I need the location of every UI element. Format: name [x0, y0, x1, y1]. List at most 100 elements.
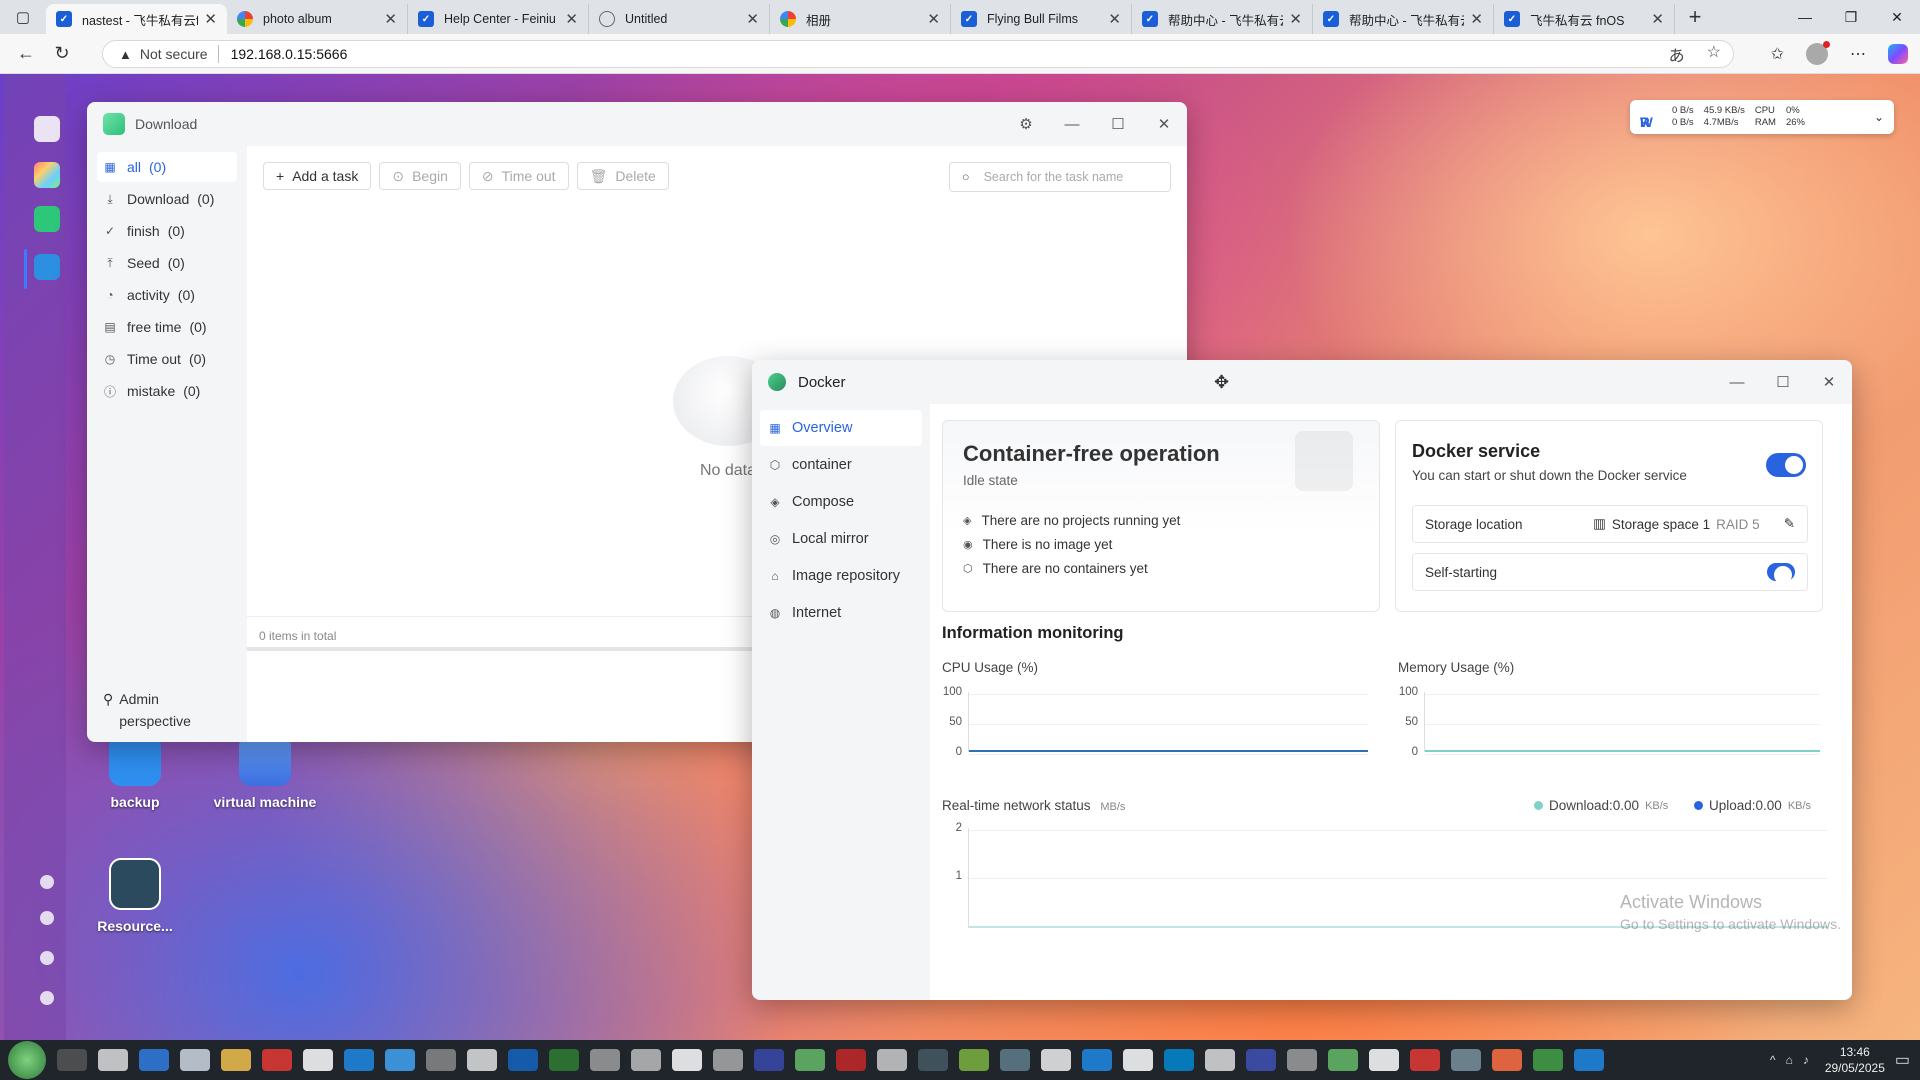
taskbar-app-icon[interactable] [139, 1049, 169, 1071]
close-tab-icon[interactable]: ✕ [1470, 10, 1483, 28]
close-tab-icon[interactable]: ✕ [384, 10, 397, 28]
taskbar-app-icon[interactable] [98, 1049, 128, 1071]
nav-item-internet[interactable]: ◍ Internet [760, 595, 922, 631]
taskbar-app-icon[interactable] [1041, 1049, 1071, 1071]
taskbar-app-icon[interactable] [303, 1049, 333, 1071]
sidebar-item-finish[interactable]: ✓ finish (0) [97, 216, 237, 246]
docker-titlebar[interactable]: Docker ✥ [752, 360, 1852, 404]
chevron-down-icon[interactable]: ⌄ [1874, 110, 1884, 124]
taskbar-app-icon[interactable] [1000, 1049, 1030, 1071]
close-tab-icon[interactable]: ✕ [746, 10, 759, 28]
tab-actions-icon[interactable]: ▢ [0, 0, 46, 34]
settings-gear-icon[interactable]: ⚙ [1003, 115, 1049, 133]
taskbar-app-icon[interactable] [1082, 1049, 1112, 1071]
copilot-icon[interactable] [1888, 44, 1908, 64]
volume-icon[interactable]: ♪ [1803, 1053, 1809, 1067]
self-starting-toggle[interactable] [1767, 563, 1795, 584]
taskbar-app-icon[interactable] [672, 1049, 702, 1071]
browser-tab[interactable]: ✓ 飞牛私有云 fnOS ✕ [1494, 4, 1675, 34]
browser-tab[interactable]: ✓ 帮助中心 - 飞牛私有云 ✕ [1313, 4, 1494, 34]
taskbar-app-icon[interactable] [549, 1049, 579, 1071]
taskbar-app-icon[interactable] [57, 1049, 87, 1071]
edit-pencil-icon[interactable]: ✎ [1784, 516, 1795, 532]
taskbar-app-icon[interactable] [1246, 1049, 1276, 1071]
help-icon[interactable] [40, 875, 54, 889]
taskbar-app-icon[interactable] [795, 1049, 825, 1071]
taskbar-app-icon[interactable] [1287, 1049, 1317, 1071]
taskbar-app-icon[interactable] [508, 1049, 538, 1071]
maximize-icon[interactable]: ☐ [1095, 115, 1141, 133]
minimize-icon[interactable]: — [1049, 116, 1095, 133]
app-center-icon[interactable] [34, 162, 60, 188]
sidebar-item-mistake[interactable]: ⓘ mistake (0) [97, 376, 237, 406]
nav-item-image-repository[interactable]: ⌂ Image repository [760, 558, 922, 594]
new-tab-button[interactable]: + [1675, 4, 1715, 30]
sidebar-item-activity[interactable]: ◔ activity (0) [97, 280, 237, 310]
task-search-input[interactable]: ○ Search for the task name [949, 162, 1171, 192]
taskbar-app-icon[interactable] [713, 1049, 743, 1071]
taskbar-app-icon[interactable] [262, 1049, 292, 1071]
close-tab-icon[interactable]: ✕ [1108, 10, 1121, 28]
taskbar-app-icon[interactable] [1451, 1049, 1481, 1071]
reload-icon[interactable]: ↻ [44, 43, 80, 64]
close-icon[interactable]: ✕ [1806, 373, 1852, 391]
user-icon[interactable] [40, 951, 54, 965]
back-arrow-icon[interactable]: ← [8, 43, 44, 64]
power-icon[interactable] [40, 991, 54, 1005]
delete-button[interactable]: 🗑 Delete [576, 162, 669, 190]
sidebar-item-download[interactable]: ⤓ Download (0) [97, 184, 237, 214]
sidebar-item-seed[interactable]: ⤒ Seed (0) [97, 248, 237, 278]
taskbar-app-icon[interactable] [344, 1049, 374, 1071]
start-button-icon[interactable] [8, 1041, 46, 1079]
browser-tab[interactable]: ✓ Flying Bull Films ✕ [951, 4, 1132, 34]
notification-bell-icon[interactable] [40, 911, 54, 925]
minimize-icon[interactable]: — [1714, 374, 1760, 391]
taskbar-app-icon[interactable] [1369, 1049, 1399, 1071]
maximize-icon[interactable]: ☐ [1760, 373, 1806, 391]
desktop-icon-backup[interactable]: backup [80, 734, 190, 810]
taskbar-app-icon[interactable] [959, 1049, 989, 1071]
taskbar-app-icon[interactable] [221, 1049, 251, 1071]
close-tab-icon[interactable]: ✕ [1651, 10, 1664, 28]
nav-item-container[interactable]: ⬡ container [760, 447, 922, 483]
favorites-icon[interactable]: ✩ [1771, 44, 1784, 64]
taskbar-app-icon[interactable] [631, 1049, 661, 1071]
url-input[interactable]: ▲ Not secure 192.168.0.15:5666 あ ☆ [102, 40, 1734, 68]
taskbar-app-icon[interactable] [918, 1049, 948, 1071]
taskbar-app-icon[interactable] [1492, 1049, 1522, 1071]
browser-tab[interactable]: ✓ nastest - 飞牛私有云fn ✕ [46, 4, 227, 34]
favorite-star-icon[interactable]: ☆ [1707, 42, 1721, 66]
taskbar-app-icon[interactable] [836, 1049, 866, 1071]
sidebar-item-all[interactable]: ▦ all (0) [97, 152, 237, 182]
sidebar-item-free-time[interactable]: ▤ free time (0) [97, 312, 237, 342]
translate-icon[interactable]: あ [1669, 42, 1685, 66]
taskbar-app-icon[interactable] [754, 1049, 784, 1071]
profile-avatar[interactable] [1806, 41, 1830, 65]
close-tab-icon[interactable]: ✕ [204, 10, 217, 28]
begin-button[interactable]: ⊙ Begin [379, 162, 461, 190]
taskbar-app-icon[interactable] [590, 1049, 620, 1071]
sidebar-item-time-out[interactable]: ◷ Time out (0) [97, 344, 237, 374]
download-app-icon[interactable] [34, 206, 60, 232]
desktop-icon-resource-monitor[interactable]: Resource... [80, 858, 190, 934]
taskbar-app-icon[interactable] [1410, 1049, 1440, 1071]
nav-item-local-mirror[interactable]: ◎ Local mirror [760, 521, 922, 557]
system-status-widget[interactable]: RW 0 B/s 0 B/s 45.9 KB/s 4.7MB/s CPU RAM 0%… [1630, 100, 1894, 134]
browser-tab[interactable]: ✓ Help Center - Feiniu Pr ✕ [408, 4, 589, 34]
browser-tab[interactable]: 相册 ✕ [770, 4, 951, 34]
taskbar-app-icon[interactable] [1164, 1049, 1194, 1071]
notification-icon[interactable]: ▭ [1895, 1050, 1910, 1070]
close-tab-icon[interactable]: ✕ [1289, 10, 1302, 28]
more-menu-icon[interactable]: ⋯ [1850, 44, 1866, 64]
nav-item-overview[interactable]: ▦ Overview [760, 410, 922, 446]
docker-app-icon[interactable] [34, 254, 60, 280]
taskbar-app-icon[interactable] [1574, 1049, 1604, 1071]
restore-icon[interactable]: ❐ [1828, 0, 1874, 34]
close-tab-icon[interactable]: ✕ [565, 10, 578, 28]
taskbar-app-icon[interactable] [385, 1049, 415, 1071]
minimize-icon[interactable]: — [1782, 0, 1828, 34]
timeout-button[interactable]: ⊘ Time out [468, 162, 569, 190]
add-task-button[interactable]: + Add a task [263, 162, 372, 190]
browser-tab[interactable]: Untitled ✕ [589, 4, 770, 34]
taskbar-app-icon[interactable] [877, 1049, 907, 1071]
